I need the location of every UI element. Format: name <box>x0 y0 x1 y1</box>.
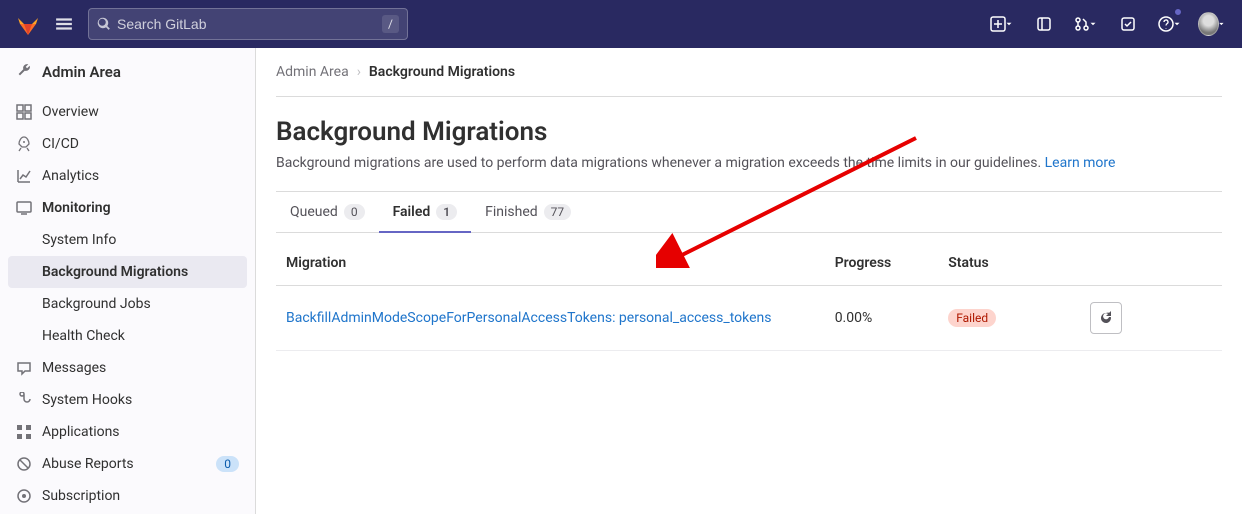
messages-icon <box>16 360 32 376</box>
sidebar-item-label: Background Jobs <box>42 296 151 312</box>
tab-label: Failed <box>393 204 431 220</box>
status-tabs: Queued 0 Failed 1 Finished 77 <box>276 192 1222 233</box>
sidebar-item-label: Subscription <box>42 488 120 504</box>
search-input[interactable] <box>117 16 382 32</box>
gitlab-logo[interactable] <box>16 12 40 36</box>
learn-more-link[interactable]: Learn more <box>1045 155 1116 171</box>
annotation-arrow-2 <box>1216 358 1242 514</box>
top-right-actions <box>988 10 1226 38</box>
tab-label: Finished <box>485 204 538 220</box>
migration-link[interactable]: BackfillAdminModeScopeForPersonalAccessT… <box>286 310 771 326</box>
notification-dot <box>1174 8 1182 16</box>
sidebar-item-subscription[interactable]: Subscription <box>0 480 255 512</box>
sidebar-item-applications[interactable]: Applications <box>0 416 255 448</box>
table-row: BackfillAdminModeScopeForPersonalAccessT… <box>276 286 1222 351</box>
tab-count-badge: 1 <box>436 204 457 220</box>
search-input-wrap[interactable]: / <box>88 8 408 40</box>
sidebar-item-label: System Hooks <box>42 392 132 408</box>
chevron-down-icon <box>1004 19 1014 29</box>
search-icon <box>97 17 111 31</box>
sidebar-item-overview[interactable]: Overview <box>0 96 255 128</box>
sidebar-item-label: Health Check <box>42 328 125 344</box>
breadcrumb: Admin Area › Background Migrations <box>276 64 1222 80</box>
retry-icon <box>1098 310 1114 326</box>
sidebar-item-label: CI/CD <box>42 136 79 152</box>
sidebar-sub-background-jobs[interactable]: Background Jobs <box>0 288 255 320</box>
search-container: / <box>88 8 408 40</box>
page-title: Background Migrations <box>276 117 1222 147</box>
hook-icon <box>16 392 32 408</box>
search-shortcut-hint: / <box>382 15 399 33</box>
col-migration: Migration <box>276 241 825 286</box>
sidebar: Admin Area Overview CI/CD Analytics Moni… <box>0 48 256 514</box>
issues-icon[interactable] <box>1030 10 1058 38</box>
user-menu[interactable] <box>1198 10 1226 38</box>
avatar <box>1198 12 1219 36</box>
tab-label: Queued <box>290 204 338 220</box>
sidebar-item-label: Analytics <box>42 168 99 184</box>
breadcrumb-separator: › <box>357 64 361 80</box>
status-badge: Failed <box>948 309 996 327</box>
sidebar-item-abuse-reports[interactable]: Abuse Reports 0 <box>0 448 255 480</box>
chart-icon <box>16 168 32 184</box>
sidebar-item-monitoring[interactable]: Monitoring <box>0 192 255 224</box>
chevron-down-icon <box>1172 19 1182 29</box>
sidebar-item-cicd[interactable]: CI/CD <box>0 128 255 160</box>
sidebar-sub-system-info[interactable]: System Info <box>0 224 255 256</box>
page-description-text: Background migrations are used to perfor… <box>276 155 1041 171</box>
migration-progress: 0.00% <box>825 286 939 351</box>
overview-icon <box>16 104 32 120</box>
sidebar-title-text: Admin Area <box>42 63 121 81</box>
col-status: Status <box>938 241 1080 286</box>
monitor-icon <box>16 200 32 216</box>
breadcrumb-root[interactable]: Admin Area <box>276 64 349 80</box>
divider <box>276 96 1222 97</box>
sidebar-item-label: Messages <box>42 360 106 376</box>
wrench-icon <box>16 62 32 82</box>
migrations-table: Migration Progress Status BackfillAdminM… <box>276 241 1222 351</box>
sidebar-item-label: Background Migrations <box>42 264 188 280</box>
rocket-icon <box>16 136 32 152</box>
sidebar-title: Admin Area <box>0 48 255 96</box>
sidebar-item-analytics[interactable]: Analytics <box>0 160 255 192</box>
abuse-count-badge: 0 <box>216 456 239 472</box>
todos-icon[interactable] <box>1114 10 1142 38</box>
sidebar-sub-health-check[interactable]: Health Check <box>0 320 255 352</box>
subscription-icon <box>16 488 32 504</box>
sidebar-item-messages[interactable]: Messages <box>0 352 255 384</box>
top-navigation-bar: / <box>0 0 1242 48</box>
breadcrumb-current: Background Migrations <box>369 64 515 80</box>
sidebar-item-label: Applications <box>42 424 120 440</box>
abuse-icon <box>16 456 32 472</box>
sidebar-item-label: Abuse Reports <box>42 456 134 472</box>
tab-queued[interactable]: Queued 0 <box>276 192 379 232</box>
tab-finished[interactable]: Finished 77 <box>471 192 585 232</box>
page-description: Background migrations are used to perfor… <box>276 155 1222 171</box>
create-new-dropdown[interactable] <box>988 10 1016 38</box>
tab-count-badge: 77 <box>544 204 572 220</box>
tab-count-badge: 0 <box>344 204 365 220</box>
main-content: Admin Area › Background Migrations Backg… <box>256 48 1242 514</box>
col-progress: Progress <box>825 241 939 286</box>
retry-button[interactable] <box>1090 302 1122 334</box>
chevron-down-icon <box>1217 19 1226 29</box>
merge-requests-dropdown[interactable] <box>1072 10 1100 38</box>
tab-failed[interactable]: Failed 1 <box>379 192 472 232</box>
sidebar-item-label: System Info <box>42 232 116 248</box>
hamburger-menu-icon[interactable] <box>52 12 76 36</box>
sidebar-item-label: Monitoring <box>42 200 111 216</box>
sidebar-item-label: Overview <box>42 104 99 120</box>
chevron-down-icon <box>1088 19 1098 29</box>
help-dropdown[interactable] <box>1156 10 1184 38</box>
sidebar-item-system-hooks[interactable]: System Hooks <box>0 384 255 416</box>
apps-icon <box>16 424 32 440</box>
sidebar-sub-background-migrations[interactable]: Background Migrations <box>8 256 247 288</box>
